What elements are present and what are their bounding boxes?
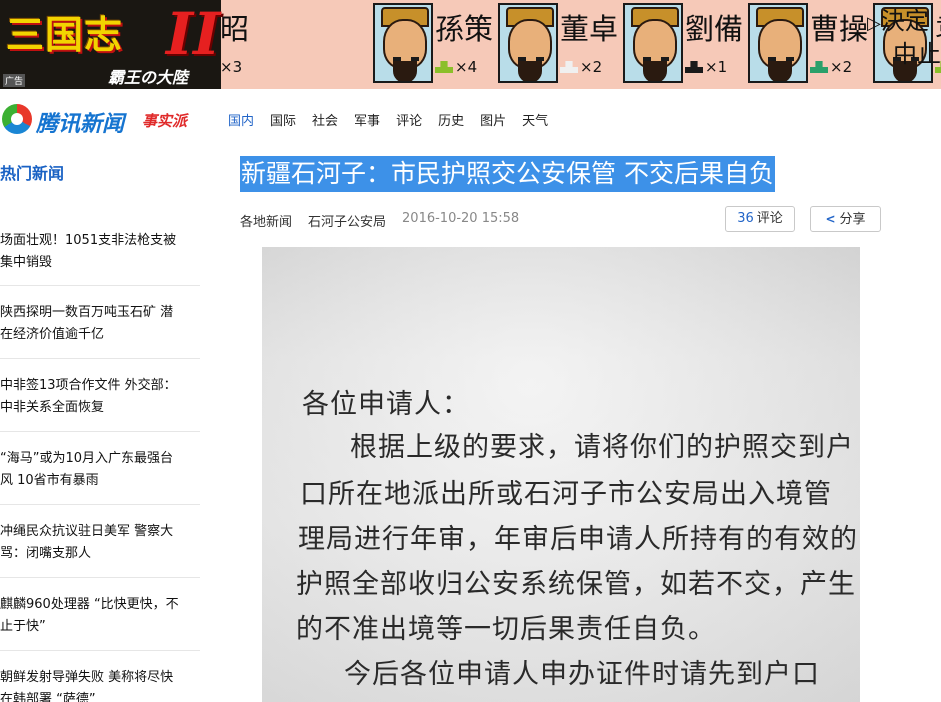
ad-character-portrait: [498, 3, 558, 83]
notice-text-line: 口所在地派出所或石河子市公安局出入境管: [300, 479, 832, 510]
tencent-news-logo-icon: [2, 104, 32, 134]
ad-tag: 广告: [3, 74, 26, 87]
ad-cancel-menu[interactable]: ▷決定 中止: [867, 6, 941, 69]
hot-news-item[interactable]: “海马”或为10月入广东最强台风 10省市有暴雨: [0, 432, 200, 505]
notice-text-line: 的不准出境等一切后果责任自负。: [296, 614, 716, 645]
nav-tab[interactable]: 历史: [438, 110, 464, 130]
hot-news-item[interactable]: 麒麟960处理器 “比快更快，不 止于快”: [0, 578, 200, 651]
ad-unit-icon: [560, 61, 578, 73]
nav-tab[interactable]: 国内: [228, 110, 254, 130]
hot-news-title-line: 止于快”: [0, 619, 46, 634]
hot-news-title-line: 在经济价值逾千亿: [0, 327, 105, 342]
hot-news-title-line: 陕西探明一数百万吨玉石矿 潜: [0, 305, 174, 320]
hot-news-item[interactable]: 中非签13项合作文件 外交部： 中非关系全面恢复: [0, 359, 200, 432]
comment-button[interactable]: 36 评论: [725, 206, 795, 232]
ad-logo-subtitle: 霸王の大陸: [108, 68, 189, 87]
ad-count-value: ×3: [220, 58, 243, 76]
notice-text-line: 各位申请人：: [302, 389, 470, 420]
site-logo[interactable]: 腾讯新闻 事实派: [2, 104, 198, 137]
ad-game-logo[interactable]: 三国志 II 霸王の大陸 广告: [0, 0, 221, 89]
nav-tab[interactable]: 评论: [396, 110, 422, 130]
hot-news-item[interactable]: 场面壮观！1051支非法枪支被 集中销毁: [0, 202, 200, 286]
notice-text-line: 今后各位申请人申办证件时请先到户口: [344, 659, 820, 690]
share-icon: <: [825, 212, 836, 226]
hot-news-title-line: 骂：闭嘴支那人: [0, 546, 92, 561]
ad-character-portrait: [373, 3, 433, 83]
hot-news-title-line: 场面壮观！1051支非法枪支被: [0, 233, 177, 248]
ad-character-portrait: [748, 3, 808, 83]
ad-character-count: ×3: [220, 58, 242, 76]
article-photo-notice: 各位申请人： 根据上级的要求，请将你们的护照交到户口所在地派出所或石河子市公安局出…: [262, 247, 860, 702]
hot-news-title-line: 朝鲜发射导弹失败 美称将尽快: [0, 670, 174, 685]
ad-logo-title: 三国志: [6, 13, 124, 57]
ad-banner[interactable]: 三国志 II 霸王の大陸 广告 昭×3孫策×4董卓×2劉備×1曹操×2袁紹×3 …: [0, 0, 941, 89]
hot-news-title-line: 麒麟960处理器 “比快更快，不: [0, 597, 179, 612]
hot-news-title-line: 在韩部署 “萨德”: [0, 692, 96, 702]
ad-character-card: 曹操 ×2: [720, 0, 868, 89]
nav-tab[interactable]: 国际: [270, 110, 296, 130]
main-nav: 国内 国际 社会 军事 评论 历史 图片 天气: [228, 110, 564, 130]
ad-character-name: 昭: [220, 12, 250, 46]
hot-news-list: 场面壮观！1051支非法枪支被 集中销毁 陕西探明一数百万吨玉石矿 潜在经济价值逾千…: [0, 202, 200, 702]
ad-unit-icon: [810, 61, 828, 73]
hot-news-item[interactable]: 朝鲜发射导弹失败 美称将尽快在韩部署 “萨德”: [0, 651, 200, 702]
site-name: 腾讯新闻: [36, 112, 125, 137]
article-source-link[interactable]: 各地新闻: [240, 211, 292, 230]
ad-character-card: 昭 ×3: [212, 0, 252, 89]
hot-news-item[interactable]: 冲绳民众抗议驻日美军 警察大 骂：闭嘴支那人: [0, 505, 200, 578]
hot-news-title-line: 中非关系全面恢复: [0, 400, 105, 415]
ad-unit-icon: [435, 61, 453, 73]
hot-news-title-line: 集中销毁: [0, 255, 53, 270]
hot-news-title-line: “海马”或为10月入广东最强台: [0, 451, 174, 466]
ad-character-card: 孫策 ×4: [345, 0, 493, 89]
article-timestamp: 2016-10-20 15:58: [402, 211, 520, 226]
notice-text-line: 理局进行年审，年审后申请人所持有的有效的: [298, 524, 858, 555]
article-meta: 各地新闻 石河子公安局 2016-10-20 15:58: [240, 211, 520, 230]
nav-tab[interactable]: 军事: [354, 110, 380, 130]
site-channel-badge: 事实派: [142, 112, 188, 130]
hot-news-title-line: 冲绳民众抗议驻日美军 警察大: [0, 524, 174, 539]
hot-news-sidebar: 热门新闻 场面壮观！1051支非法枪支被 集中销毁 陕西探明一数百万吨玉石矿 潜在经…: [0, 160, 200, 702]
ad-menu-decide: 決定: [880, 7, 929, 35]
comment-count: 36: [737, 211, 754, 226]
ad-menu-cancel: 中止: [893, 40, 941, 68]
notice-text-line: 护照全部收归公安系统保管，如若不交，产生: [296, 569, 856, 600]
article-headline: 新疆石河子：市民护照交公安保管 不交后果自负: [240, 156, 775, 192]
ad-unit-icon: [685, 61, 703, 73]
ad-character-portrait: [623, 3, 683, 83]
article-author-link[interactable]: 石河子公安局: [308, 211, 386, 230]
nav-tab[interactable]: 社会: [312, 110, 338, 130]
hot-news-item[interactable]: 陕西探明一数百万吨玉石矿 潜在经济价值逾千亿: [0, 286, 200, 359]
sidebar-title: 热门新闻: [0, 164, 65, 183]
share-label: 分享: [839, 212, 866, 227]
comment-label: 评论: [756, 211, 783, 226]
nav-tab[interactable]: 图片: [480, 110, 506, 130]
ad-cursor-icon: ▷: [867, 13, 881, 34]
hot-news-title-line: 中非签13项合作文件 外交部：: [0, 378, 177, 393]
share-button[interactable]: < 分享: [810, 206, 881, 232]
ad-character-card: 劉備 ×1: [595, 0, 743, 89]
ad-character-card: 董卓 ×2: [470, 0, 618, 89]
hot-news-title-line: 风 10省市有暴雨: [0, 473, 99, 488]
notice-text-line: 根据上级的要求，请将你们的护照交到户: [350, 432, 854, 463]
nav-tab[interactable]: 天气: [522, 110, 548, 130]
